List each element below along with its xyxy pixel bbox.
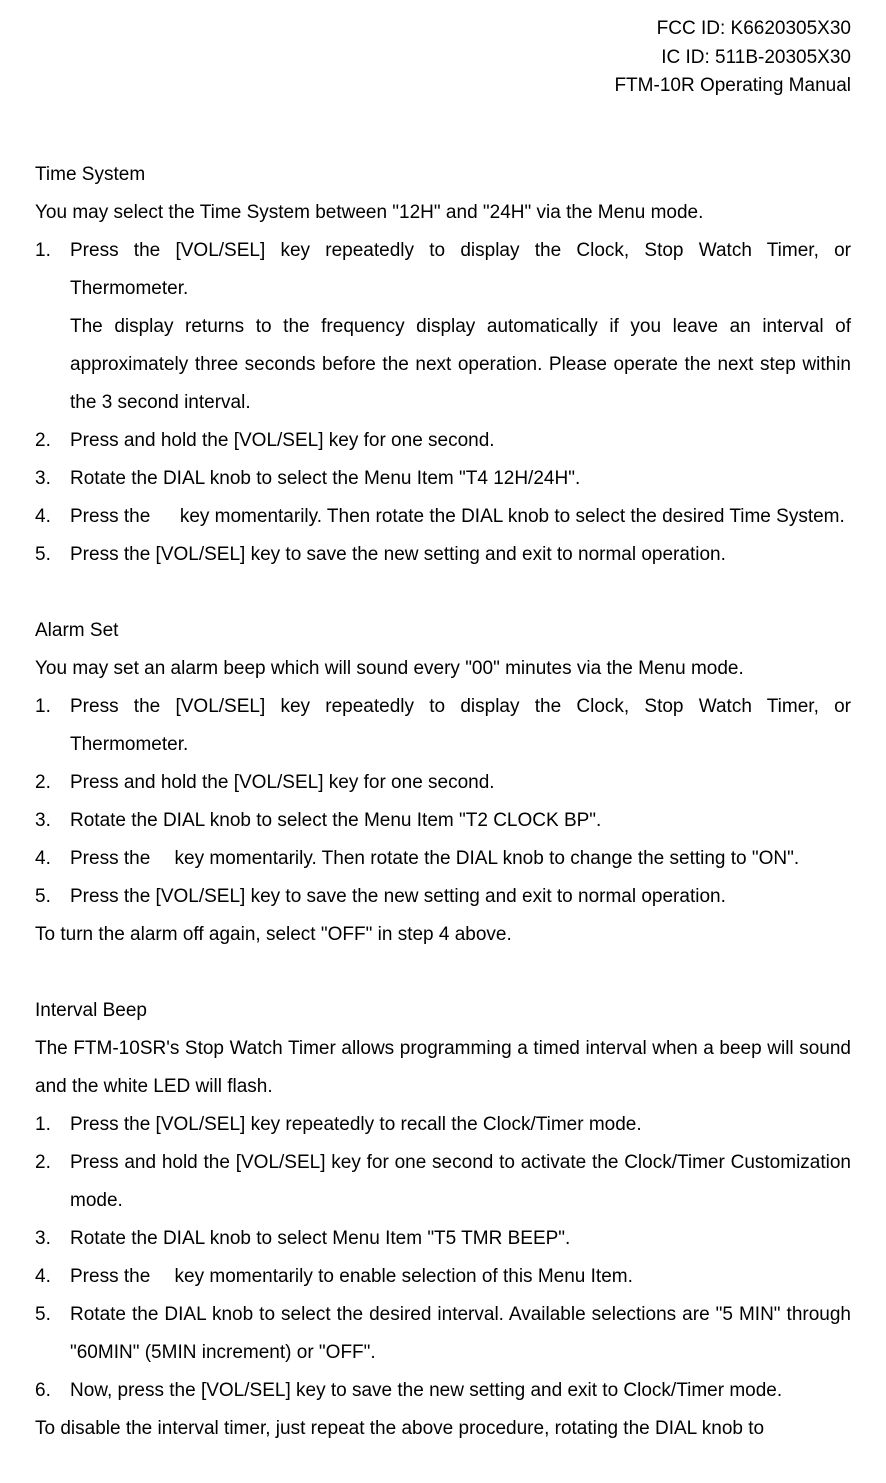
- ic-id: IC ID: 511B-20305X30: [35, 44, 851, 73]
- list-subtext: The display returns to the frequency dis…: [70, 308, 851, 422]
- list-number: 4.: [35, 1258, 70, 1296]
- list-number: 6.: [35, 1372, 70, 1410]
- list-text: Press the key momentarily. Then rotate t…: [70, 840, 851, 878]
- list-number: 5.: [35, 536, 70, 574]
- list-text: Rotate the DIAL knob to select Menu Item…: [70, 1220, 851, 1258]
- list-item: 4. Press the key momentarily. Then rotat…: [35, 840, 851, 878]
- list-item: 6. Now, press the [VOL/SEL] key to save …: [35, 1372, 851, 1410]
- list-number: 2.: [35, 764, 70, 802]
- section-footer: To turn the alarm off again, select "OFF…: [35, 916, 851, 954]
- list-number: 3.: [35, 802, 70, 840]
- section-title: Interval Beep: [35, 992, 851, 1030]
- list-text: Press the [VOL/SEL] key repeatedly to di…: [70, 232, 851, 308]
- section-title: Alarm Set: [35, 612, 851, 650]
- list-item: 5. Rotate the DIAL knob to select the de…: [35, 1296, 851, 1372]
- alarm-set-section: Alarm Set You may set an alarm beep whic…: [35, 612, 851, 954]
- time-system-section: Time System You may select the Time Syst…: [35, 156, 851, 574]
- list-item: 2. Press and hold the [VOL/SEL] key for …: [35, 764, 851, 802]
- list-text: Press the [VOL/SEL] key to save the new …: [70, 878, 851, 916]
- section-intro: You may select the Time System between "…: [35, 194, 851, 232]
- list-text: Press the key momentarily. Then rotate t…: [70, 498, 851, 536]
- manual-title: FTM-10R Operating Manual: [35, 72, 851, 101]
- list-number: 4.: [35, 840, 70, 878]
- list-text: Press the [VOL/SEL] key repeatedly to di…: [70, 688, 851, 764]
- list-item: 5. Press the [VOL/SEL] key to save the n…: [35, 536, 851, 574]
- list-item: 2. Press and hold the [VOL/SEL] key for …: [35, 422, 851, 460]
- list-number: 1.: [35, 232, 70, 308]
- list-text: Press the [VOL/SEL] key to save the new …: [70, 536, 851, 574]
- list-item: 1. Press the [VOL/SEL] key repeatedly to…: [35, 1106, 851, 1144]
- fcc-id: FCC ID: K6620305X30: [35, 15, 851, 44]
- section-footer: To disable the interval timer, just repe…: [35, 1410, 851, 1448]
- list-number: 5.: [35, 1296, 70, 1372]
- list-number: 5.: [35, 878, 70, 916]
- list-item: 3. Rotate the DIAL knob to select the Me…: [35, 802, 851, 840]
- list-text: Press and hold the [VOL/SEL] key for one…: [70, 764, 851, 802]
- section-intro: The FTM-10SR's Stop Watch Timer allows p…: [35, 1030, 851, 1106]
- section-title: Time System: [35, 156, 851, 194]
- list-item: 1. Press the [VOL/SEL] key repeatedly to…: [35, 232, 851, 308]
- list-number: 4.: [35, 498, 70, 536]
- list-item: 5. Press the [VOL/SEL] key to save the n…: [35, 878, 851, 916]
- list-text: Press the key momentarily to enable sele…: [70, 1258, 851, 1296]
- interval-beep-section: Interval Beep The FTM-10SR's Stop Watch …: [35, 992, 851, 1448]
- document-header: FCC ID: K6620305X30 IC ID: 511B-20305X30…: [35, 15, 851, 101]
- list-text: Press the [VOL/SEL] key repeatedly to re…: [70, 1106, 851, 1144]
- list-item: 3. Rotate the DIAL knob to select the Me…: [35, 460, 851, 498]
- list-number: 1.: [35, 1106, 70, 1144]
- spacer: [35, 574, 851, 612]
- list-number: 3.: [35, 1220, 70, 1258]
- list-item: 3. Rotate the DIAL knob to select Menu I…: [35, 1220, 851, 1258]
- list-number: 2.: [35, 1144, 70, 1220]
- list-text: Press and hold the [VOL/SEL] key for one…: [70, 422, 851, 460]
- list-item: 1. Press the [VOL/SEL] key repeatedly to…: [35, 688, 851, 764]
- list-text: Now, press the [VOL/SEL] key to save the…: [70, 1372, 851, 1410]
- list-number: 1.: [35, 688, 70, 764]
- list-item: 4. Press the key momentarily. Then rotat…: [35, 498, 851, 536]
- list-number: 2.: [35, 422, 70, 460]
- list-text: Rotate the DIAL knob to select the Menu …: [70, 460, 851, 498]
- list-item: 2. Press and hold the [VOL/SEL] key for …: [35, 1144, 851, 1220]
- list-text: Press and hold the [VOL/SEL] key for one…: [70, 1144, 851, 1220]
- spacer: [35, 954, 851, 992]
- list-text: Rotate the DIAL knob to select the Menu …: [70, 802, 851, 840]
- list-item: 4. Press the key momentarily to enable s…: [35, 1258, 851, 1296]
- list-text: Rotate the DIAL knob to select the desir…: [70, 1296, 851, 1372]
- list-number: 3.: [35, 460, 70, 498]
- section-intro: You may set an alarm beep which will sou…: [35, 650, 851, 688]
